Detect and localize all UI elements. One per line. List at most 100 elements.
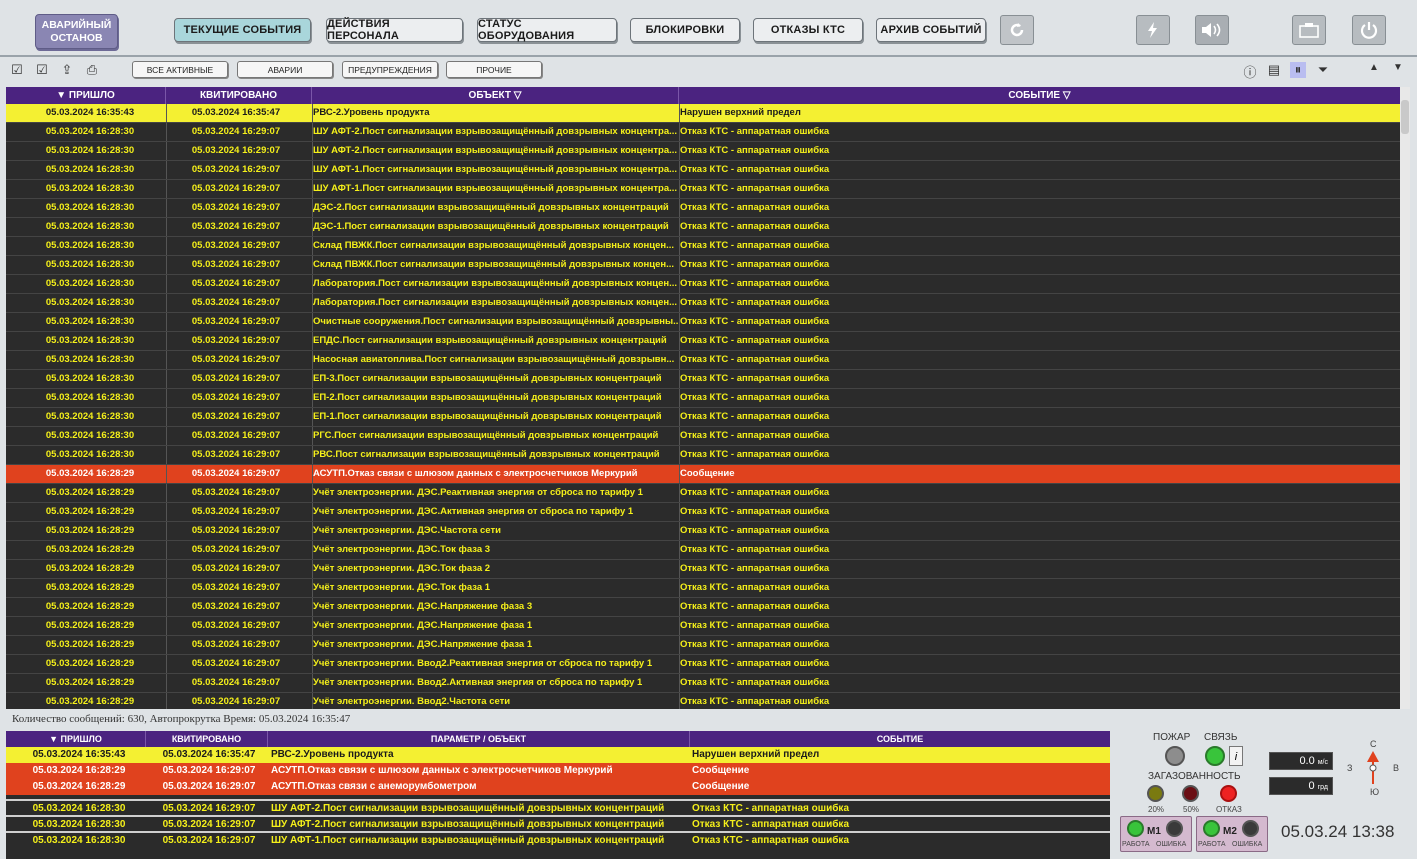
col-object[interactable]: ОБЪЕКТ ▽: [312, 87, 679, 104]
cell-came: 05.03.2024 16:28:30: [45, 392, 135, 403]
col-event[interactable]: СОБЫТИЕ ▽: [679, 87, 1400, 104]
tab-event-archive[interactable]: АРХИВ СОБЫТИЙ: [876, 18, 986, 42]
cell-came: 05.03.2024 16:28:30: [45, 411, 135, 422]
table-row[interactable]: 05.03.2024 16:28:29 05.03.2024 16:29:07 Уч…: [6, 579, 1400, 598]
cell-object: РВС-2.Уровень продукта: [313, 107, 430, 118]
cell-event: Сообщение: [680, 468, 735, 479]
alarm-row[interactable]: 05.03.2024 16:28:30 05.03.2024 16:29:07 ШУ…: [6, 799, 1110, 815]
cell-ack: 05.03.2024 16:29:07: [191, 297, 281, 308]
alarm-row[interactable]: 05.03.2024 16:35:43 05.03.2024 16:35:47 РВ…: [6, 747, 1110, 763]
column-divider: [679, 294, 680, 312]
alarm-row[interactable]: 05.03.2024 16:28:29 05.03.2024 16:29:07 АС…: [6, 779, 1110, 795]
table-row[interactable]: 05.03.2024 16:28:30 05.03.2024 16:29:07 ЕП…: [6, 408, 1400, 427]
bcol-came[interactable]: ▼ ПРИШЛО: [6, 731, 146, 747]
tab-equipment-status[interactable]: СТАТУС ОБОРУДОВАНИЯ: [477, 18, 617, 42]
acknowledge-icon[interactable]: ☑: [34, 62, 50, 78]
filter-warnings[interactable]: ПРЕДУПРЕЖДЕНИЯ: [342, 61, 438, 78]
column-divider: [679, 446, 680, 464]
column-divider: [166, 522, 167, 540]
bcol-object[interactable]: ПАРАМЕТР / ОБЪЕКТ: [268, 731, 690, 747]
cell-event: Сообщение: [692, 781, 750, 792]
table-row[interactable]: 05.03.2024 16:28:29 05.03.2024 16:29:07 Уч…: [6, 522, 1400, 541]
table-row[interactable]: 05.03.2024 16:28:30 05.03.2024 16:29:07 ДЭ…: [6, 218, 1400, 237]
table-row[interactable]: 05.03.2024 16:28:30 05.03.2024 16:29:07 ШУ…: [6, 180, 1400, 199]
table-row[interactable]: 05.03.2024 16:28:29 05.03.2024 16:29:07 Уч…: [6, 541, 1400, 560]
column-divider: [312, 541, 313, 559]
table-row[interactable]: 05.03.2024 16:28:30 05.03.2024 16:29:07 ШУ…: [6, 123, 1400, 142]
table-row[interactable]: 05.03.2024 16:28:29 05.03.2024 16:29:07 Уч…: [6, 617, 1400, 636]
column-divider: [312, 256, 313, 274]
filter-all-active[interactable]: ВСЕ АКТИВНЫЕ: [132, 61, 228, 78]
table-row[interactable]: 05.03.2024 16:28:29 05.03.2024 16:29:07 Уч…: [6, 503, 1400, 522]
table-row[interactable]: 05.03.2024 16:28:30 05.03.2024 16:29:07 ЕП…: [6, 389, 1400, 408]
refresh-icon[interactable]: [1000, 15, 1034, 45]
cell-came: 05.03.2024 16:28:29: [32, 765, 126, 776]
alarm-row[interactable]: 05.03.2024 16:28:30 05.03.2024 16:29:07 ШУ…: [6, 815, 1110, 831]
bcol-acknowledged[interactable]: КВИТИРОВАНО: [146, 731, 268, 747]
scroll-down-icon[interactable]: ▼: [1390, 62, 1406, 73]
filter-other[interactable]: ПРОЧИЕ: [446, 61, 542, 78]
document-icon[interactable]: ▤: [1266, 62, 1282, 78]
filter-icon[interactable]: ⏷: [1315, 62, 1331, 78]
cell-ack: 05.03.2024 16:29:07: [191, 525, 281, 536]
lightning-icon[interactable]: [1136, 15, 1170, 45]
table-row[interactable]: 05.03.2024 16:28:30 05.03.2024 16:29:07 Ла…: [6, 275, 1400, 294]
export-icon[interactable]: ⇪: [59, 62, 75, 78]
tab-current-events[interactable]: ТЕКУЩИЕ СОБЫТИЯ: [174, 18, 311, 42]
table-row[interactable]: 05.03.2024 16:28:29 05.03.2024 16:29:07 Уч…: [6, 598, 1400, 617]
table-row[interactable]: 05.03.2024 16:28:29 05.03.2024 16:29:07 Уч…: [6, 693, 1400, 709]
cell-event: Отказ КТС - аппаратная ошибка: [680, 620, 830, 631]
scroll-up-icon[interactable]: ▲: [1366, 62, 1382, 73]
table-row[interactable]: 05.03.2024 16:28:29 05.03.2024 16:29:07 Уч…: [6, 636, 1400, 655]
table-row[interactable]: 05.03.2024 16:28:30 05.03.2024 16:29:07 ШУ…: [6, 161, 1400, 180]
cell-object: ЕПДС.Пост сигнализации взрывозащищённый …: [313, 335, 667, 346]
events-scrollbar-thumb[interactable]: [1401, 100, 1409, 134]
m2-error-lamp: [1242, 820, 1259, 837]
tab-interlocks[interactable]: БЛОКИРОВКИ: [630, 18, 740, 42]
alert-icon[interactable]: ⓘ: [1242, 62, 1258, 81]
sound-icon[interactable]: [1195, 15, 1229, 45]
alarm-row[interactable]: 05.03.2024 16:28:29 05.03.2024 16:29:07 АС…: [6, 763, 1110, 779]
m1-error-lamp: [1166, 820, 1183, 837]
cell-came: 05.03.2024 16:28:30: [45, 183, 135, 194]
table-row[interactable]: 05.03.2024 16:28:29 05.03.2024 16:29:07 Уч…: [6, 655, 1400, 674]
tab-kts-failures[interactable]: ОТКАЗЫ КТС: [753, 18, 863, 42]
table-row[interactable]: 05.03.2024 16:28:30 05.03.2024 16:29:07 ЕП…: [6, 370, 1400, 389]
info-button[interactable]: i: [1229, 746, 1243, 766]
power-icon[interactable]: [1352, 15, 1386, 45]
emergency-stop-button[interactable]: АВАРИЙНЫЙ ОСТАНОВ: [35, 14, 118, 49]
tab-staff-actions[interactable]: ДЕЙСТВИЯ ПЕРСОНАЛА: [326, 18, 463, 42]
table-row[interactable]: 05.03.2024 16:28:29 05.03.2024 16:29:07 Уч…: [6, 484, 1400, 503]
column-divider: [679, 484, 680, 502]
col-came[interactable]: ▼ ПРИШЛО: [6, 87, 166, 104]
camera-icon[interactable]: [1292, 15, 1326, 45]
pause-icon[interactable]: ⏸: [1290, 62, 1306, 78]
cell-ack: 05.03.2024 16:29:07: [191, 487, 281, 498]
m2-label: М2: [1223, 826, 1237, 837]
bcol-event[interactable]: СОБЫТИЕ: [690, 731, 1110, 747]
filter-alarms[interactable]: АВАРИИ: [237, 61, 333, 78]
table-row[interactable]: 05.03.2024 16:28:30 05.03.2024 16:29:07 ДЭ…: [6, 199, 1400, 218]
table-row[interactable]: 05.03.2024 16:35:43 05.03.2024 16:35:47 РВ…: [6, 104, 1400, 123]
table-row[interactable]: 05.03.2024 16:28:30 05.03.2024 16:29:07 РВ…: [6, 446, 1400, 465]
cell-came: 05.03.2024 16:28:30: [32, 835, 126, 846]
table-row[interactable]: 05.03.2024 16:28:30 05.03.2024 16:29:07 На…: [6, 351, 1400, 370]
table-row[interactable]: 05.03.2024 16:28:30 05.03.2024 16:29:07 Ск…: [6, 237, 1400, 256]
print-icon[interactable]: ⎙: [84, 62, 100, 78]
column-divider: [166, 370, 167, 388]
alarm-row[interactable]: 05.03.2024 16:28:30 05.03.2024 16:29:07 ШУ…: [6, 831, 1110, 847]
table-row[interactable]: 05.03.2024 16:28:30 05.03.2024 16:29:07 Оч…: [6, 313, 1400, 332]
table-row[interactable]: 05.03.2024 16:28:30 05.03.2024 16:29:07 Ла…: [6, 294, 1400, 313]
table-row[interactable]: 05.03.2024 16:28:30 05.03.2024 16:29:07 РГ…: [6, 427, 1400, 446]
col-acknowledged[interactable]: КВИТИРОВАНО: [166, 87, 312, 104]
m2-work-label: РАБОТА: [1198, 841, 1226, 848]
table-row[interactable]: 05.03.2024 16:28:29 05.03.2024 16:29:07 Уч…: [6, 674, 1400, 693]
table-row[interactable]: 05.03.2024 16:28:30 05.03.2024 16:29:07 ЕП…: [6, 332, 1400, 351]
check-all-icon[interactable]: ☑: [9, 62, 25, 78]
table-row[interactable]: 05.03.2024 16:28:29 05.03.2024 16:29:07 АС…: [6, 465, 1400, 484]
table-row[interactable]: 05.03.2024 16:28:30 05.03.2024 16:29:07 ШУ…: [6, 142, 1400, 161]
table-row[interactable]: 05.03.2024 16:28:29 05.03.2024 16:29:07 Уч…: [6, 560, 1400, 579]
events-scrollbar[interactable]: [1400, 87, 1410, 709]
column-divider: [166, 674, 167, 692]
table-row[interactable]: 05.03.2024 16:28:30 05.03.2024 16:29:07 Ск…: [6, 256, 1400, 275]
